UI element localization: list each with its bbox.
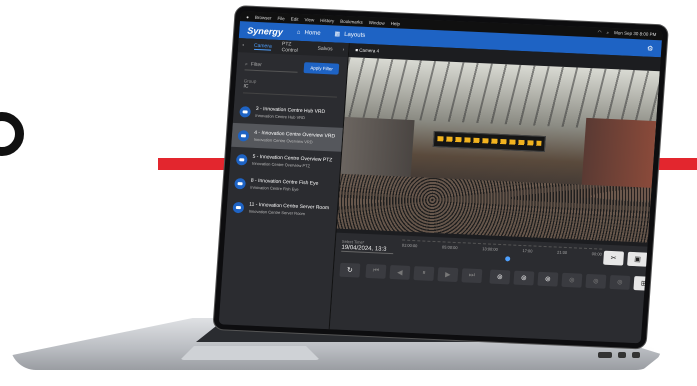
speed-icon: ⊚	[568, 277, 576, 285]
speed-button-5[interactable]: ⊚	[585, 273, 607, 289]
timeline-tick: 17:00	[522, 248, 533, 254]
camera-item-text: 5 - Innovation Centre Overview PTZ Innov…	[252, 154, 333, 170]
chevron-right-icon[interactable]: ›	[342, 47, 344, 53]
chevron-left-icon[interactable]: ‹	[242, 42, 244, 48]
grid-icon: ▦	[334, 31, 341, 38]
skip-back-icon: ⏮	[372, 267, 380, 275]
scissors-icon: ✂	[610, 255, 617, 263]
skip-back-button[interactable]: ⏮	[365, 263, 387, 279]
speed-button-4[interactable]: ⊚	[561, 272, 583, 288]
menu-item-history[interactable]: History	[320, 17, 334, 23]
tab-ptz-control[interactable]: PTZ Control	[281, 41, 308, 54]
save-icon: ▣	[633, 256, 642, 264]
speed-icon: ⊚	[544, 276, 552, 284]
tab-salvos[interactable]: Salvos	[317, 46, 332, 53]
speed-icon: ⊚	[496, 273, 504, 282]
clip-button[interactable]: ✂	[603, 250, 625, 266]
laptop-screen: ● Browser File Edit View History Bookmar…	[213, 6, 668, 349]
apply-filter-button[interactable]: Apply Filter	[304, 61, 340, 75]
search-icon[interactable]: ⌕	[606, 30, 609, 36]
timeline-tick: 05:00:00	[441, 244, 458, 251]
skip-forward-icon: ⏭	[468, 271, 476, 279]
camera-list-item[interactable]: 11 - Innovation Centre Server Room Innov…	[226, 195, 338, 224]
tab-camera[interactable]: Camera	[253, 42, 272, 51]
camera-view-label: ■ Camera 4	[355, 47, 379, 53]
speed-button-1[interactable]: ⊚	[489, 269, 511, 285]
step-back-button[interactable]: ◀	[389, 265, 411, 280]
play-button[interactable]: ▶	[437, 267, 459, 283]
group-select[interactable]: Group IC	[242, 78, 338, 98]
camera-item-text: 11 - Innovation Centre Server Room Innov…	[249, 202, 330, 218]
camera-icon	[235, 153, 248, 165]
filter-input[interactable]: ⌕ Filter	[244, 58, 299, 73]
menu-item-bookmarks[interactable]: Bookmarks	[340, 18, 363, 24]
camera-icon	[239, 105, 252, 118]
camera-icon	[232, 201, 245, 213]
menubar-clock: Mon Sep 30 8:00 PM	[613, 30, 657, 38]
headphone-port	[632, 352, 640, 358]
nav-home[interactable]: ⌂ Home	[297, 29, 321, 36]
usb-c-port	[618, 352, 626, 358]
menu-item-file[interactable]: File	[277, 15, 285, 20]
speed-icon: ⊚	[616, 279, 624, 287]
apple-icon[interactable]: ●	[246, 14, 249, 19]
step-back-icon: ◀	[396, 269, 403, 277]
camera-item-text: 8 - Innovation Centre Fish Eye Innovatio…	[250, 178, 318, 193]
video-panel: ■ Camera 4 Select Time* 19/04/2024, 13:3	[329, 43, 661, 344]
camera-icon	[237, 129, 250, 142]
grid-icon: ⊞	[640, 280, 648, 288]
speed-button-3[interactable]: ⊚	[537, 271, 559, 287]
play-icon: ▶	[444, 271, 451, 279]
speed-icon: ⊚	[592, 278, 600, 286]
filter-row: ⌕ Filter Apply Filter	[236, 52, 348, 81]
feed-departure-board	[432, 130, 546, 153]
playback-controls: Select Time* 19/04/2024, 13:3 01:00:00 0…	[329, 232, 655, 344]
pause-button[interactable]: ⏸	[413, 266, 435, 281]
laptop-trackpad	[180, 346, 320, 360]
usb-port	[598, 352, 612, 358]
camera-feed[interactable]	[336, 57, 660, 243]
camera-item-text: 4 - Innovation Centre Overview VRD Innov…	[254, 130, 336, 146]
filter-placeholder: Filter	[250, 61, 263, 68]
camera-item-text: 3 - Innovation Centre Hub VRD Innovation…	[255, 106, 325, 121]
app-window: ● Browser File Edit View History Bookmar…	[218, 11, 663, 344]
menubar-status: ◠ ⌕ Mon Sep 30 8:00 PM	[597, 29, 656, 38]
save-button[interactable]: ▣	[627, 251, 649, 267]
app-content: ‹ Camera PTZ Control Salvos › ⌕ Filter A…	[218, 38, 661, 344]
timeline[interactable]: 01:00:00 05:00:00 13:00:00 17:00 21:00 0…	[400, 239, 603, 270]
menu-item-help[interactable]: Help	[391, 21, 401, 26]
timeline-tick: 01:00:00	[401, 242, 418, 249]
menu-item-view[interactable]: View	[304, 17, 314, 22]
nav-layouts[interactable]: ▦ Layouts	[334, 30, 365, 38]
timeline-tick: 13:00:00	[482, 246, 499, 252]
sidebar: ‹ Camera PTZ Control Salvos › ⌕ Filter A…	[218, 38, 350, 330]
skip-forward-button[interactable]: ⏭	[461, 268, 483, 284]
menu-item-window[interactable]: Window	[369, 20, 385, 26]
camera-icon	[234, 177, 247, 189]
sync-button[interactable]: ↻	[339, 262, 361, 278]
timeline-tick: 00:00	[591, 251, 602, 257]
pause-icon: ⏸	[421, 269, 426, 277]
search-icon: ⌕	[244, 60, 249, 68]
timeline-tick: 21:00	[556, 249, 568, 256]
menu-item-browser[interactable]: Browser	[255, 14, 272, 20]
speed-icon: ⊚	[520, 274, 528, 283]
logo-fragment	[0, 112, 24, 156]
camera-small-icon: ■	[355, 47, 359, 53]
nav-home-label: Home	[304, 29, 321, 37]
select-time-value: 19/04/2024, 13:3	[341, 244, 387, 253]
speed-button-6[interactable]: ⊚	[609, 275, 631, 290]
speed-button-2[interactable]: ⊚	[513, 270, 535, 286]
nav-layouts-label: Layouts	[343, 31, 366, 39]
camera-view-title: Camera 4	[359, 47, 380, 54]
app-brand: Synergy	[247, 25, 284, 37]
home-icon: ⌂	[296, 29, 301, 36]
menu-item-edit[interactable]: Edit	[291, 16, 299, 21]
settings-icon[interactable]: ⚙	[647, 44, 654, 52]
select-time-field[interactable]: Select Time* 19/04/2024, 13:3	[341, 238, 395, 255]
refresh-icon: ↻	[346, 267, 354, 275]
layout-grid-button[interactable]: ⊞	[633, 276, 655, 291]
wifi-icon[interactable]: ◠	[597, 29, 601, 35]
